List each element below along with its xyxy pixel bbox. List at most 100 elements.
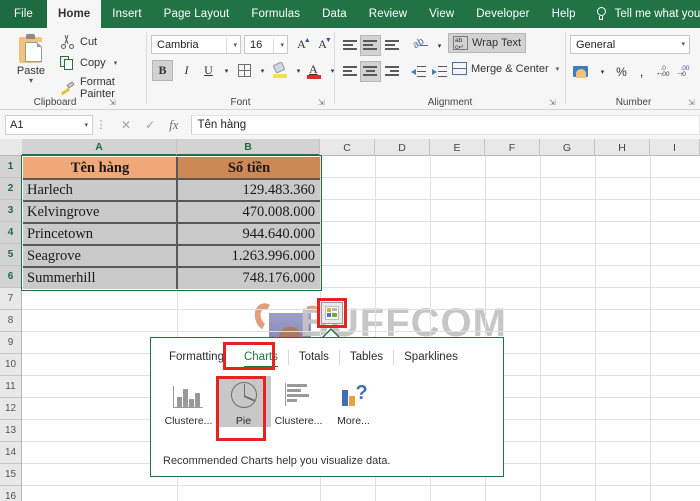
row-header-8[interactable]: 8 <box>0 310 21 332</box>
paste-dropdown-arrow-icon[interactable]: ▾ <box>8 77 54 84</box>
clipboard-dialog-launcher-icon[interactable]: ⇲ <box>109 98 118 107</box>
cell-B2[interactable]: 129.483.360 <box>178 179 320 201</box>
cell-B1[interactable]: Số tiền <box>178 157 320 179</box>
formula-input[interactable]: Tên hàng <box>191 115 700 135</box>
comma-format-button[interactable]: , <box>631 61 652 82</box>
row-header-9[interactable]: 9 <box>0 332 21 354</box>
qa-item-clustered-bar[interactable]: Clustere... <box>271 376 326 427</box>
font-dialog-launcher-icon[interactable]: ⇲ <box>318 98 327 107</box>
align-bottom-button[interactable] <box>382 35 403 56</box>
percent-format-button[interactable]: % <box>611 61 632 82</box>
accounting-format-button[interactable] <box>571 61 591 82</box>
column-header-C[interactable]: C <box>320 139 375 156</box>
font-size-input[interactable]: 16 ▾ <box>244 35 288 54</box>
merge-dropdown-arrow-icon[interactable]: ▾ <box>556 65 560 73</box>
ribbon-tab-home[interactable]: Home <box>47 0 101 28</box>
cell-A3[interactable]: Kelvingrove <box>23 201 177 223</box>
qa-item-pie[interactable]: Pie <box>216 376 271 427</box>
row-header-14[interactable]: 14 <box>0 442 21 464</box>
align-center-button[interactable] <box>360 61 381 82</box>
cut-button[interactable]: Cut <box>60 34 97 49</box>
align-left-button[interactable] <box>340 61 361 82</box>
cell-A4[interactable]: Princetown <box>23 223 177 245</box>
row-header-2[interactable]: 2 <box>0 178 21 200</box>
column-header-E[interactable]: E <box>430 139 485 156</box>
merge-center-button[interactable]: Merge & Center ▾ <box>448 60 563 77</box>
qa-item-clustered-column[interactable]: Clustere... <box>161 376 216 427</box>
row-header-7[interactable]: 7 <box>0 288 21 310</box>
ribbon-tab-developer[interactable]: Developer <box>465 0 540 28</box>
row-header-6[interactable]: 6 <box>0 266 21 288</box>
row-header-3[interactable]: 3 <box>0 200 21 222</box>
italic-label: I <box>185 63 189 78</box>
row-header-5[interactable]: 5 <box>0 244 21 266</box>
ribbon-tab-insert[interactable]: Insert <box>101 0 152 28</box>
tell-me-box[interactable]: Tell me what you want <box>587 0 700 28</box>
ribbon-tab-file[interactable]: File <box>0 0 47 28</box>
ribbon-tab-data[interactable]: Data <box>311 0 358 28</box>
qa-tab-tables[interactable]: Tables <box>340 351 393 363</box>
row-header-16[interactable]: 16 <box>0 486 21 501</box>
decrease-decimal-button[interactable]: →.00.0 <box>675 61 693 82</box>
bold-button[interactable]: B <box>152 60 173 81</box>
formula-bar-handle[interactable]: ⋮ <box>93 118 109 131</box>
accounting-dropdown-arrow-icon[interactable]: ▾ <box>592 61 613 82</box>
column-header-F[interactable]: F <box>485 139 540 156</box>
orientation-dropdown-arrow-icon[interactable]: ▾ <box>429 35 450 56</box>
cell-A5[interactable]: Seagrove <box>23 245 177 267</box>
name-box[interactable]: A1 ▾ <box>5 115 93 135</box>
ribbon-tab-review[interactable]: Review <box>358 0 418 28</box>
cell-B5[interactable]: 1.263.996.000 <box>178 245 320 267</box>
increase-font-size-button[interactable]: A▲ <box>291 34 312 55</box>
column-header-I[interactable]: I <box>650 139 700 156</box>
copy-button[interactable]: Copy ▾ <box>60 55 117 70</box>
qa-tab-totals[interactable]: Totals <box>289 351 339 363</box>
increase-decimal-button[interactable]: ←.0.00 <box>655 61 673 82</box>
paste-button[interactable]: Paste ▾ <box>8 32 54 98</box>
cell-A1[interactable]: Tên hàng <box>23 157 177 179</box>
row-header-15[interactable]: 15 <box>0 464 21 486</box>
row-header-10[interactable]: 10 <box>0 354 21 376</box>
row-header-1[interactable]: 1 <box>0 156 21 178</box>
ribbon-tab-help[interactable]: Help <box>541 0 587 28</box>
cell-B4[interactable]: 944.640.000 <box>178 223 320 245</box>
qa-item-more[interactable]: ? More... <box>326 376 381 427</box>
align-right-button[interactable] <box>382 61 403 82</box>
column-header-H[interactable]: H <box>595 139 650 156</box>
cell-B6[interactable]: 748.176.000 <box>178 267 320 289</box>
decrease-font-size-button[interactable]: A▼ <box>312 34 333 55</box>
cancel-formula-icon[interactable]: ✕ <box>121 118 131 132</box>
wrap-text-button[interactable]: abc↵ Wrap Text <box>448 33 526 53</box>
decrease-indent-button[interactable] <box>408 61 429 82</box>
qa-tab-sparklines[interactable]: Sparklines <box>394 351 468 363</box>
ribbon-tab-view[interactable]: View <box>418 0 465 28</box>
insert-function-icon[interactable]: fx <box>169 117 178 133</box>
row-header-11[interactable]: 11 <box>0 376 21 398</box>
column-header-A[interactable]: A <box>22 139 177 156</box>
number-dialog-launcher-icon[interactable]: ⇲ <box>688 98 697 107</box>
qa-tab-formatting[interactable]: Formatting <box>159 351 234 363</box>
cell-A6[interactable]: Summerhill <box>23 267 177 289</box>
cell-B3[interactable]: 470.008.000 <box>178 201 320 223</box>
number-format-select[interactable]: General ▾ <box>570 35 690 54</box>
alignment-dialog-launcher-icon[interactable]: ⇲ <box>549 98 558 107</box>
ribbon-tab-formulas[interactable]: Formulas <box>240 0 311 28</box>
column-header-G[interactable]: G <box>540 139 595 156</box>
qa-tab-charts[interactable]: Charts <box>234 351 288 363</box>
confirm-formula-icon[interactable]: ✓ <box>145 118 155 132</box>
quick-analysis-button[interactable] <box>321 302 343 324</box>
orientation-button[interactable]: ab <box>410 35 431 56</box>
copy-dropdown-arrow-icon[interactable]: ▾ <box>114 59 118 67</box>
ribbon-tab-page-layout[interactable]: Page Layout <box>153 0 241 28</box>
italic-button[interactable]: I <box>176 60 197 81</box>
column-header-B[interactable]: B <box>177 139 320 156</box>
align-top-button[interactable] <box>340 35 361 56</box>
column-header-D[interactable]: D <box>375 139 430 156</box>
align-middle-button[interactable] <box>360 35 381 56</box>
font-name-input[interactable]: Cambria ▾ <box>151 35 241 54</box>
cell-A2[interactable]: Harlech <box>23 179 177 201</box>
increase-indent-button[interactable] <box>429 61 450 82</box>
row-header-12[interactable]: 12 <box>0 398 21 420</box>
row-header-13[interactable]: 13 <box>0 420 21 442</box>
row-header-4[interactable]: 4 <box>0 222 21 244</box>
